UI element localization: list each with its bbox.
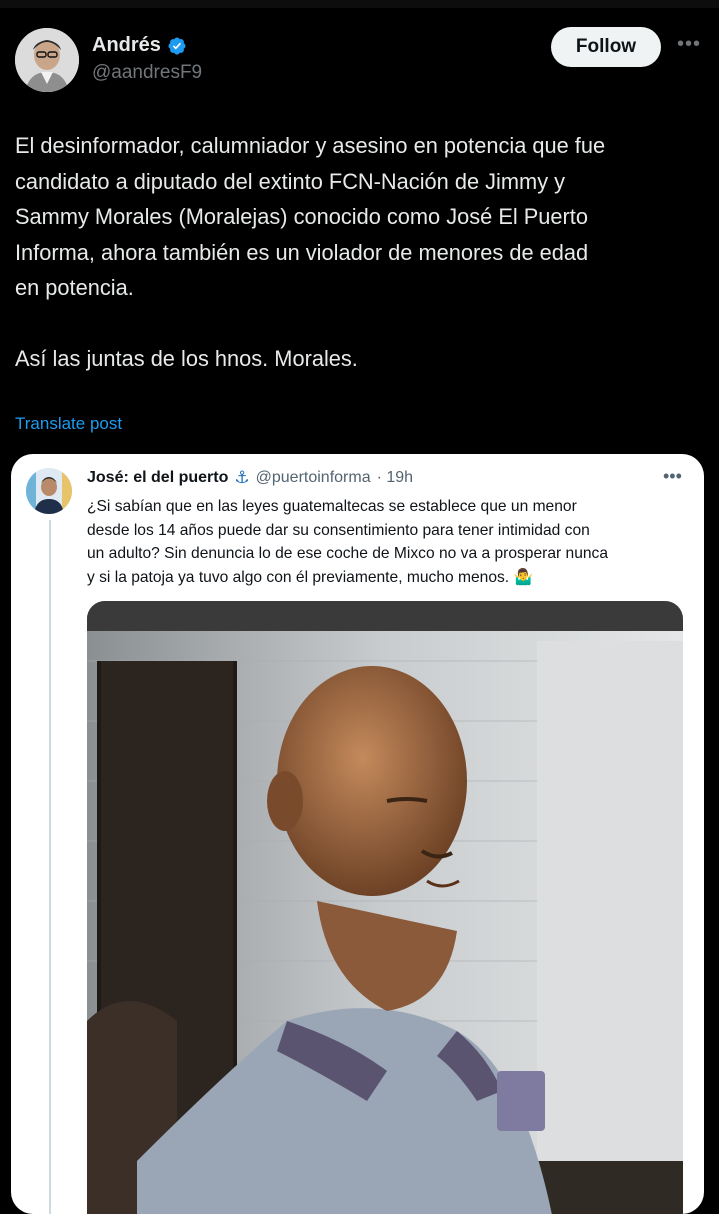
author-avatar-image: [15, 28, 79, 92]
author-handle[interactable]: @aandresF9: [92, 62, 202, 84]
status-bar-strip: [0, 0, 719, 8]
quoted-more-options-icon[interactable]: •••: [663, 466, 682, 487]
quoted-photo-image: [87, 601, 683, 1214]
anchor-icon: ⚓: [234, 468, 250, 487]
author-display-name[interactable]: Andrés: [92, 34, 161, 57]
quoted-author-avatar[interactable]: [26, 468, 72, 514]
quoted-header: José: el del puerto ⚓ @puertoinforma · 1…: [87, 468, 413, 488]
follow-button[interactable]: Follow: [551, 27, 661, 67]
quoted-display-name[interactable]: José: el del puerto: [87, 469, 228, 487]
translate-post-link[interactable]: Translate post: [15, 414, 122, 434]
post-text: El desinformador, calumniador y asesino …: [15, 133, 606, 371]
quoted-photo[interactable]: [87, 601, 683, 1214]
quoted-text: ¿Si sabían que en las leyes guatemalteca…: [87, 498, 609, 586]
quoted-handle[interactable]: @puertoinforma: [256, 469, 371, 487]
quoted-avatar-image: [26, 468, 72, 514]
verified-badge-icon: [168, 36, 186, 55]
thread-line: [49, 520, 51, 1214]
author-name-row: Andrés: [92, 34, 187, 57]
more-options-icon[interactable]: •••: [677, 33, 701, 56]
quoted-timestamp[interactable]: · 19h: [377, 469, 413, 487]
author-avatar[interactable]: [15, 28, 79, 92]
quoted-post-card[interactable]: José: el del puerto ⚓ @puertoinforma · 1…: [11, 454, 704, 1214]
